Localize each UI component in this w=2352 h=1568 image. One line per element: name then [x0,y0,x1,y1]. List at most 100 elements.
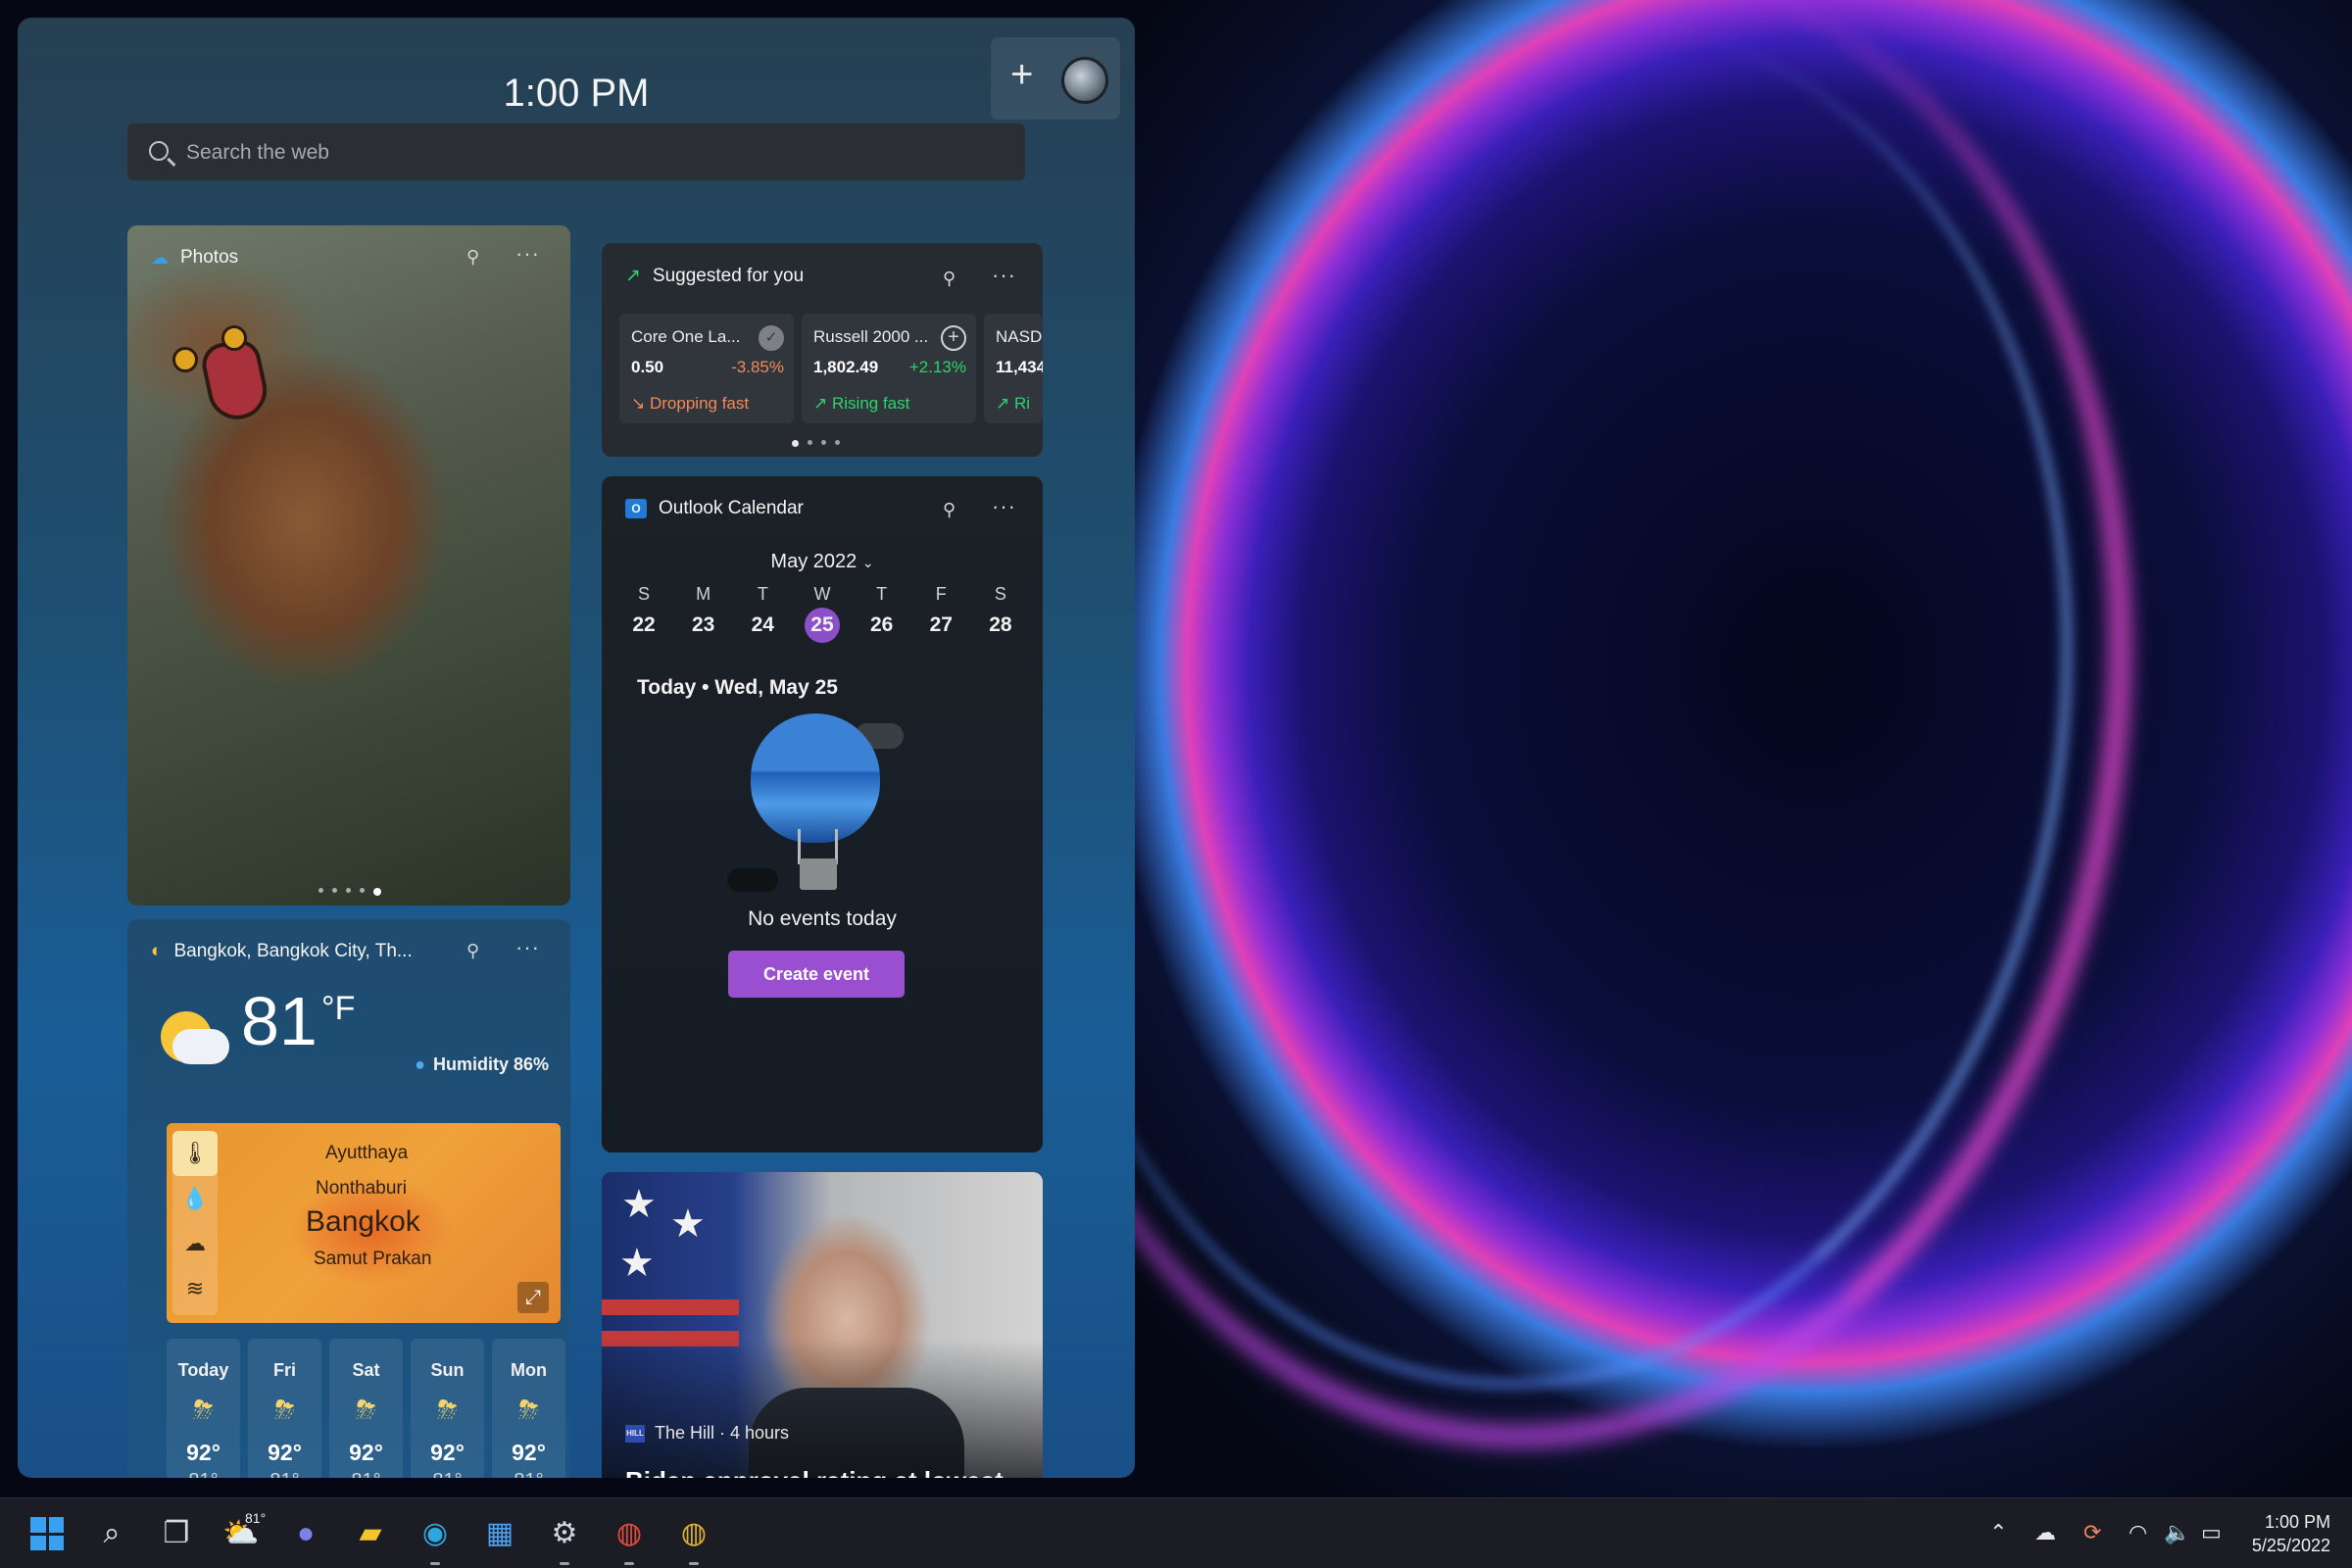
news-card[interactable]: ★ ★ ★ HILL The Hill · 4 hours Biden appr… [602,1172,1043,1478]
more-options-button[interactable]: ··· [515,241,540,267]
thermometer-icon[interactable]: 🌡 [172,1131,218,1176]
cloud-icon[interactable]: ☁ [172,1221,218,1266]
edge-icon[interactable]: ◉ [414,1512,457,1565]
flag-star: ★ [619,1242,655,1285]
battery-icon[interactable]: ▭ [2201,1520,2222,1545]
forecast-high: 92° [430,1440,465,1465]
forecast-low: 81° [167,1470,240,1478]
stock-change: -3.85% [731,358,784,376]
stock-card[interactable]: Russell 2000 ... + 1,802.49 +2.13% ↗ Ris… [802,314,976,423]
thunderstorm-icon: ⛈ [356,1395,376,1424]
stocks-pager[interactable] [792,440,840,447]
search-placeholder: Search the web [186,141,329,164]
photo-artwork-eye [221,325,247,351]
stock-trend: ↘ Dropping fast [631,394,749,414]
pin-icon[interactable]: ⚲ [466,941,479,961]
calendar-date[interactable]: 28 [978,613,1023,643]
calendar-date[interactable]: 22 [621,613,666,643]
stock-trend: ↗ Rising fast [813,394,909,414]
file-explorer-icon[interactable]: ▰ [349,1512,392,1555]
weather-map[interactable]: 🌡 💧 ☁ ≋ Ayutthaya Nonthaburi Bangkok Sam… [167,1123,561,1323]
more-options-button[interactable]: ··· [992,263,1016,288]
calendar-date[interactable]: 27 [918,613,963,643]
teams-chat-icon[interactable]: ● [284,1512,327,1555]
add-circle-icon[interactable]: + [941,325,966,351]
onedrive-icon[interactable]: ☁ [2034,1520,2056,1545]
task-view-icon[interactable]: ❐ [155,1512,198,1555]
stock-list: Core One La... ✓ 0.50 -3.85% ↘ Dropping … [619,314,1043,423]
create-event-button[interactable]: Create event [728,951,905,998]
stock-card[interactable]: Core One La... ✓ 0.50 -3.85% ↘ Dropping … [619,314,794,423]
chrome-canary-icon[interactable]: ◍ [672,1512,715,1565]
temperature: 81 [241,983,318,1059]
forecast-low: 81° [248,1470,321,1478]
start-button[interactable] [25,1512,69,1555]
forecast-day[interactable]: Today ⛈ 92° 81° [167,1339,240,1478]
pin-icon[interactable]: ⚲ [466,247,479,268]
stocks-widget[interactable]: ↗ Suggested for you ⚲ ··· Core One La...… [602,243,1043,457]
stocks-header: ↗ Suggested for you [625,265,804,287]
calendar-date[interactable]: 23 [681,613,726,643]
weekday-row: S M T W T F S [621,584,1023,605]
precipitation-icon[interactable]: 💧 [172,1176,218,1221]
news-headline[interactable]: Biden approval rating at lowest [625,1466,1004,1478]
stock-name: Russell 2000 ... [813,327,929,346]
search-icon[interactable]: ⌕ [90,1512,133,1555]
pin-icon[interactable]: ⚲ [943,500,956,520]
calendar-date[interactable]: 26 [859,613,905,643]
forecast-day[interactable]: Sun ⛈ 92° 81° [411,1339,484,1478]
wifi-icon[interactable]: ◠ [2129,1520,2147,1545]
store-icon[interactable]: ▦ [478,1512,521,1555]
photos-widget[interactable]: ☁ Photos ⚲ ··· [127,225,570,906]
forecast-low: 81° [411,1470,484,1478]
taskbar-clock[interactable]: 1:00 PM 5/25/2022 [2252,1510,2330,1557]
weather-widget[interactable]: ◐ Bangkok, Bangkok City, Th... ⚲ ··· 81 … [127,919,570,1478]
search-input[interactable]: Search the web [127,123,1025,180]
calendar-date[interactable]: 24 [740,613,785,643]
trend-down-icon: ↘ [631,394,646,413]
weekday-label: W [813,584,831,604]
wind-icon[interactable]: ≋ [172,1266,218,1311]
temperature-unit: °F [321,990,356,1027]
month-selector[interactable]: May 2022 ⌄ [602,551,1043,573]
check-circle-icon[interactable]: ✓ [759,325,784,351]
date-row: 22 23 24 25 26 27 28 [621,608,1023,643]
more-options-button[interactable]: ··· [515,935,540,960]
pin-icon[interactable]: ⚲ [943,269,956,289]
expand-icon[interactable]: ⤢ [517,1282,549,1313]
stock-card[interactable]: NASD 11,434 ↗ Ri [984,314,1043,423]
photo-artwork-eye [172,347,198,372]
more-options-button[interactable]: ··· [992,494,1016,519]
volume-icon[interactable]: 🔈 [2164,1520,2190,1545]
stock-trend-label: Rising fast [831,394,910,413]
forecast-high: 92° [268,1440,302,1465]
forecast-day[interactable]: Mon ⛈ 92° 81° [492,1339,565,1478]
the-hill-logo-icon: HILL [625,1424,645,1443]
stock-value: 11,434 [996,358,1043,376]
flag-stripe [602,1299,739,1315]
forecast-day-label: Sat [352,1360,380,1380]
steam-icon[interactable]: ⚙ [543,1512,586,1565]
humidity-label: Humidity 86% [432,1054,549,1074]
calendar-date-today[interactable]: 25 [804,608,840,643]
stock-trend: ↗ Ri [996,394,1030,414]
sync-icon[interactable]: ⟳ [2083,1520,2101,1545]
weather-header: ◐ Bangkok, Bangkok City, Th... [151,941,413,962]
no-events-text: No events today [748,907,897,930]
forecast-day[interactable]: Fri ⛈ 92° 81° [248,1339,321,1478]
today-heading: Today • Wed, May 25 [637,676,838,699]
forecast-day[interactable]: Sat ⛈ 92° 81° [329,1339,403,1478]
chrome-icon[interactable]: ◍ [608,1512,651,1565]
weekday-label: T [876,584,888,604]
thunderstorm-icon: ⛈ [274,1395,295,1424]
stock-value: 1,802.49 [813,358,879,376]
widgets-weather-icon[interactable]: ⛅ 81° [220,1510,266,1555]
thunderstorm-icon: ⛈ [518,1395,539,1424]
calendar-widget[interactable]: O Outlook Calendar ⚲ ··· May 2022 ⌄ S M … [602,476,1043,1152]
avatar[interactable] [1061,57,1108,104]
chevron-up-icon[interactable]: ⌃ [1989,1520,2007,1545]
add-widget-button[interactable]: + [1010,55,1033,94]
trend-up-icon: ↗ [813,394,828,413]
flag-star: ★ [670,1202,706,1246]
photos-pager[interactable] [318,888,381,896]
